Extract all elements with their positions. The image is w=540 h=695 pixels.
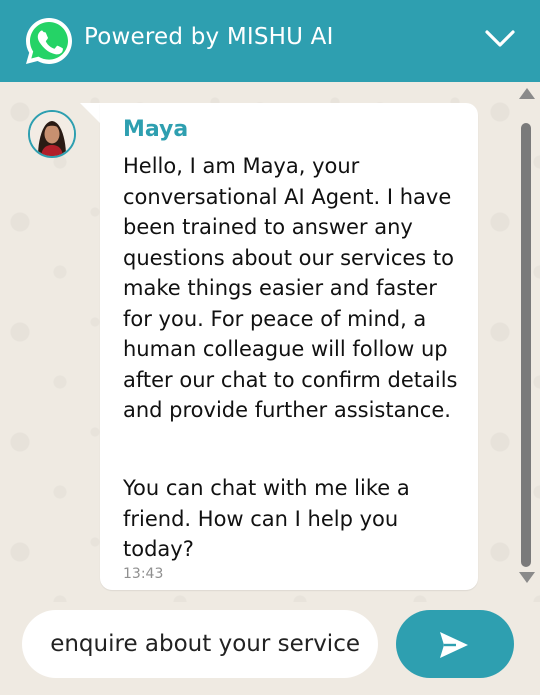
chevron-down-icon[interactable] <box>484 25 516 53</box>
composer <box>0 602 540 695</box>
sender-name: Maya <box>123 117 189 142</box>
agent-photo <box>30 112 74 156</box>
message-input[interactable] <box>22 610 378 678</box>
scrollbar-thumb[interactable] <box>521 123 531 567</box>
send-button[interactable] <box>396 610 514 678</box>
message-timestamp: 13:43 <box>123 566 164 582</box>
message-bubble: Maya Hello, I am Maya, your conversation… <box>100 103 478 590</box>
scroll-down-arrow-icon[interactable] <box>519 572 535 583</box>
scroll-up-arrow-icon[interactable] <box>519 88 535 99</box>
send-icon <box>440 632 468 658</box>
chat-widget: Powered by MISHU AI Maya Hello, I am May… <box>0 0 540 695</box>
scrollbar[interactable] <box>516 86 536 592</box>
chat-header: Powered by MISHU AI <box>0 0 540 82</box>
message-text: Hello, I am Maya, your conversational AI… <box>123 154 458 422</box>
message-text-followup: You can chat with me like a friend. How … <box>123 476 410 561</box>
message-input-container[interactable] <box>22 610 378 678</box>
header-title: Powered by MISHU AI <box>84 24 334 50</box>
whatsapp-icon <box>26 18 72 64</box>
avatar <box>28 110 76 158</box>
bubble-tail <box>80 103 100 123</box>
